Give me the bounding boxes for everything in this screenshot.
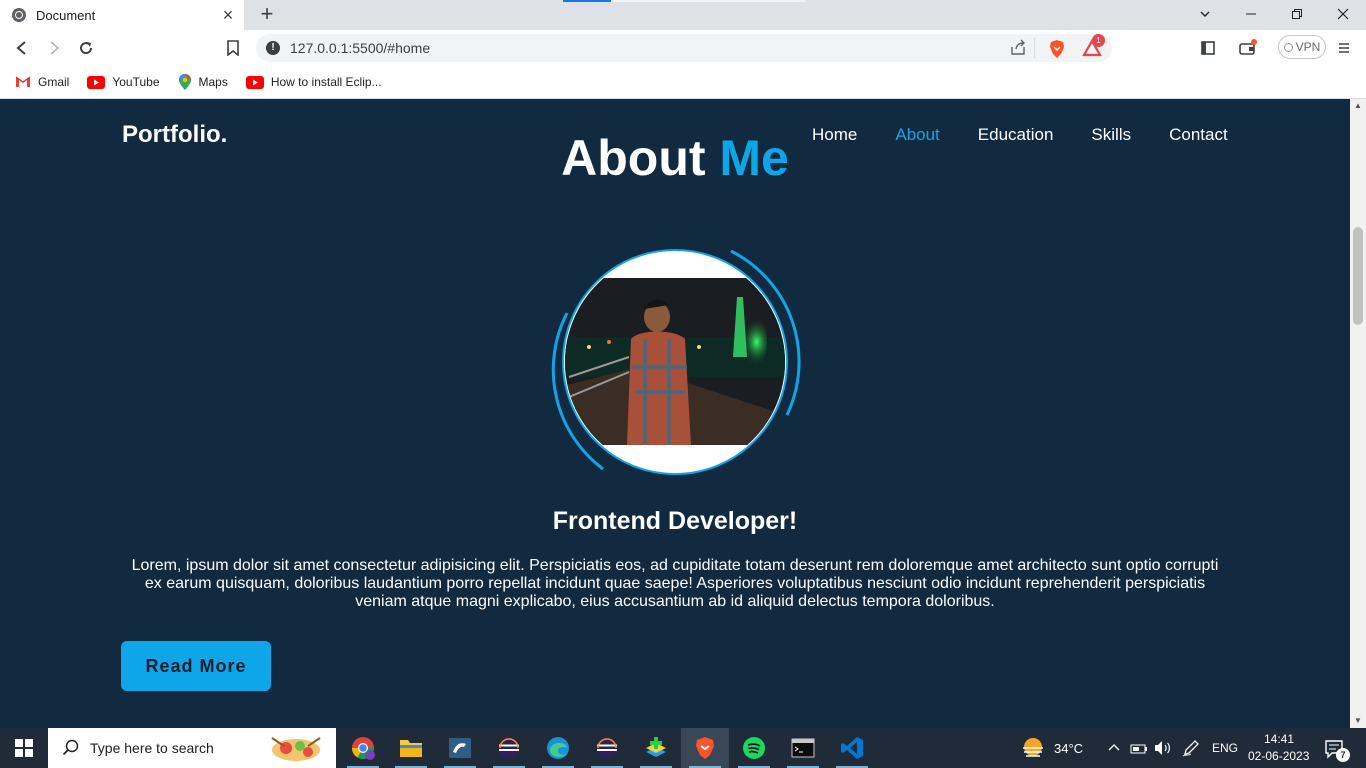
wallet-icon[interactable] [1236,36,1260,60]
volume-icon[interactable] [1154,740,1172,756]
site-logo[interactable]: Portfolio. [122,121,227,149]
clock-time[interactable]: 14:41 [1264,732,1294,746]
clock-date[interactable]: 02-06-2023 [1248,749,1309,763]
nav-about[interactable]: About [895,125,939,145]
vpn-icon [1283,42,1293,52]
browser-tab[interactable]: Document × [0,0,244,30]
heading-accent: Me [719,130,789,186]
rewards-badge: 1 [1092,34,1105,47]
globe-icon [12,8,26,22]
brave-shields-icon[interactable] [1048,39,1068,58]
address-bar[interactable]: ! 127.0.0.1:5500/#home 1 [256,34,1112,62]
bookmark-gmail[interactable]: Gmail [15,75,69,89]
url-text[interactable]: 127.0.0.1:5500/#home [290,40,1112,56]
youtube-icon [87,75,106,89]
url-divider [1034,38,1035,58]
scroll-thumb[interactable] [1353,227,1363,325]
nav-education[interactable]: Education [978,125,1054,145]
vpn-label: VPN [1295,40,1321,54]
show-hidden-icons-icon[interactable] [1108,742,1120,752]
share-icon[interactable] [1010,39,1030,57]
windows-taskbar: Type here to search 34°C ENG 14:41 02-06… [0,728,1366,768]
vpn-button[interactable]: VPN [1278,35,1326,59]
restore-button[interactable] [1274,2,1320,28]
taskbar-terminal-icon[interactable] [779,728,827,768]
windows-logo-icon [15,739,33,757]
browser-toolbar: ! 127.0.0.1:5500/#home 1 VPN [0,30,1366,66]
portfolio-page: About Me Portfolio. Home About Education… [0,99,1350,728]
nav-skills[interactable]: Skills [1091,125,1131,145]
youtube-icon [245,75,264,89]
scroll-down-arrow-icon[interactable]: ▼ [1350,714,1366,728]
taskbar-spotify-icon[interactable] [730,728,778,768]
tab-strip-indicator-track [611,0,805,2]
bookmark-label: Gmail [38,75,70,89]
site-nav: Home About Education Skills Contact [812,125,1266,145]
nav-contact[interactable]: Contact [1169,125,1228,145]
pen-icon[interactable] [1182,739,1200,757]
site-info-icon[interactable]: ! [266,41,280,55]
tab-bar: Document × + [0,0,1366,30]
search-highlight-icon [271,737,321,761]
gmail-icon [15,76,31,87]
bookmark-icon[interactable] [221,36,245,60]
sidebar-icon[interactable] [1196,36,1220,60]
language-indicator[interactable]: ENG [1212,741,1238,755]
search-icon [62,739,79,756]
menu-icon[interactable] [1332,36,1356,60]
weather-icon[interactable] [1020,736,1046,760]
taskbar-installer-icon[interactable] [632,728,680,768]
scroll-up-arrow-icon[interactable]: ▲ [1350,99,1366,113]
network-icon[interactable] [1130,740,1148,756]
bookmarks-bar: Gmail YouTube Maps How to install Eclip.… [0,66,1366,99]
taskbar-edge-icon[interactable] [534,728,582,768]
profile-avatar [549,247,801,477]
weather-temp[interactable]: 34°C [1054,741,1083,756]
brave-rewards-icon[interactable]: 1 [1082,34,1105,57]
tab-title: Document [36,7,96,23]
back-button[interactable] [10,36,34,60]
bookmark-youtube[interactable]: YouTube [87,75,160,89]
taskbar-mysql-icon[interactable] [436,728,484,768]
start-button[interactable] [0,728,48,768]
taskbar-search[interactable]: Type here to search [48,728,336,768]
taskbar-eclipse-icon[interactable] [485,728,533,768]
minimize-button[interactable] [1228,2,1274,28]
new-tab-button[interactable]: + [256,3,278,25]
page-scrollbar[interactable]: ▲ ▼ [1350,99,1366,728]
bookmark-maps[interactable]: Maps [178,73,228,91]
taskbar-vscode-icon[interactable] [828,728,876,768]
tab-close-icon[interactable]: × [218,5,238,25]
search-placeholder: Type here to search [90,740,214,756]
nav-home[interactable]: Home [812,125,857,145]
taskbar-file-explorer-icon[interactable] [387,728,435,768]
bookmark-eclipse-video[interactable]: How to install Eclip... [245,75,382,89]
tab-strip-indicator [563,0,611,2]
maps-icon [178,74,191,90]
close-window-button[interactable] [1320,2,1366,28]
taskbar-chrome-icon[interactable] [339,728,387,768]
taskbar-eclipse-icon-2[interactable] [583,728,631,768]
reload-button[interactable] [74,36,98,60]
about-paragraph: Lorem, ipsum dolor sit amet consectetur … [131,557,1219,610]
notification-count-badge: 7 [1336,748,1350,762]
tab-search-chevron-icon[interactable] [1182,2,1228,28]
bookmark-label: Maps [198,75,228,89]
bookmark-label: How to install Eclip... [270,75,382,89]
taskbar-brave-icon[interactable] [681,728,729,768]
bookmark-label: YouTube [112,75,160,89]
role-title: Frontend Developer! [552,507,798,535]
forward-button[interactable] [42,36,66,60]
heading-main: About [561,130,720,186]
read-more-button[interactable]: Read More [121,641,271,691]
